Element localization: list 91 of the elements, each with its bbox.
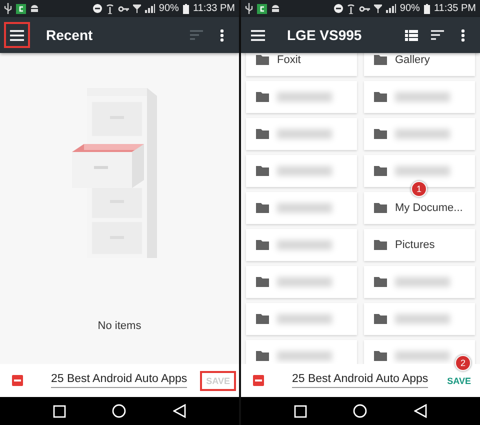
folder-icon [256, 351, 269, 361]
folder-card[interactable] [246, 81, 357, 113]
folder-card[interactable] [246, 266, 357, 298]
blurred-label [277, 129, 332, 139]
folder-icon [374, 92, 387, 102]
folder-icon [256, 129, 269, 139]
blurred-label [395, 277, 450, 287]
home-button[interactable] [112, 404, 126, 418]
blurred-label [395, 314, 450, 324]
folder-card[interactable] [364, 118, 475, 150]
more-options-icon [220, 28, 224, 42]
folder-icon [256, 240, 269, 250]
folder-card[interactable] [246, 303, 357, 335]
folder-card[interactable] [246, 340, 357, 364]
filename-field[interactable]: 25 Best Android Auto Apps [51, 373, 188, 388]
folder-icon [374, 129, 387, 139]
do-not-disturb-icon [334, 4, 343, 13]
toolbar-title: Recent [46, 27, 93, 43]
folder-icon [256, 166, 269, 176]
folder-card[interactable]: Pictures [364, 229, 475, 261]
app-notification-icon [257, 4, 267, 14]
recents-button[interactable] [53, 404, 66, 418]
key-icon [118, 6, 129, 12]
signal-icon [386, 4, 396, 13]
save-button[interactable]: SAVE [441, 370, 477, 390]
folder-name: Gallery [395, 54, 430, 66]
app-notification-icon [16, 4, 26, 14]
blurred-label [277, 314, 332, 324]
menu-icon [251, 30, 265, 40]
usb-icon [245, 3, 253, 14]
folder-name: My Docume... [395, 202, 463, 214]
key-icon [358, 6, 370, 12]
clock: 11:33 PM [192, 3, 235, 14]
folder-icon [256, 55, 269, 65]
blurred-label [277, 203, 332, 213]
folder-icon [256, 203, 269, 213]
clock: 11:35 PM [434, 3, 476, 14]
blurred-label [395, 166, 450, 176]
blurred-label [277, 351, 332, 361]
battery-percent: 90% [400, 3, 420, 14]
folder-icon [256, 92, 269, 102]
empty-message: No items [98, 320, 142, 332]
more-options-icon [461, 28, 465, 42]
folder-card[interactable] [364, 303, 475, 335]
blurred-label [277, 277, 332, 287]
folder-card[interactable] [364, 155, 475, 187]
folder-card[interactable] [246, 155, 357, 187]
blurred-label [395, 92, 450, 102]
toolbar-title: LGE VS995 [287, 27, 362, 43]
folder-card[interactable] [246, 118, 357, 150]
folder-name: Pictures [395, 239, 435, 251]
callout-badge: 2 [455, 355, 471, 371]
folder-icon [256, 277, 269, 287]
folder-icon [374, 314, 387, 324]
usb-icon [4, 3, 12, 14]
battery-icon [182, 4, 189, 14]
back-button[interactable] [172, 404, 186, 418]
do-not-disturb-icon [92, 4, 102, 13]
filename-field[interactable]: 25 Best Android Auto Apps [292, 373, 428, 388]
list-view-icon [404, 30, 418, 40]
home-button[interactable] [353, 404, 368, 418]
battery-icon [424, 4, 430, 14]
recents-button[interactable] [294, 404, 308, 418]
sort-icon [190, 30, 202, 40]
menu-button[interactable] [4, 22, 30, 48]
folder-icon [374, 203, 387, 213]
folder-card[interactable] [246, 192, 357, 224]
folder-icon [374, 166, 387, 176]
folder-card[interactable] [364, 81, 475, 113]
sort-icon [430, 30, 444, 40]
folder-icon [374, 277, 387, 287]
folder-icon [374, 240, 387, 250]
back-button[interactable] [414, 404, 427, 418]
folder-card[interactable] [246, 229, 357, 261]
signal-icon [144, 4, 155, 13]
blurred-label [277, 240, 332, 250]
folder-icon [256, 314, 269, 324]
menu-icon [10, 30, 24, 40]
folder-card[interactable] [364, 340, 475, 364]
blurred-label [277, 166, 332, 176]
blurred-label [277, 92, 332, 102]
folder-card[interactable] [364, 266, 475, 298]
folder-card[interactable]: Gallery [364, 53, 475, 76]
folder-icon [374, 55, 387, 65]
blurred-label [395, 129, 450, 139]
folder-card[interactable]: Foxit [246, 53, 357, 76]
folder-icon [374, 351, 387, 361]
blurred-label [395, 351, 450, 361]
folder-card[interactable]: My Docume... [364, 192, 475, 224]
battery-percent: 90% [158, 3, 179, 14]
folder-name: Foxit [277, 54, 301, 66]
